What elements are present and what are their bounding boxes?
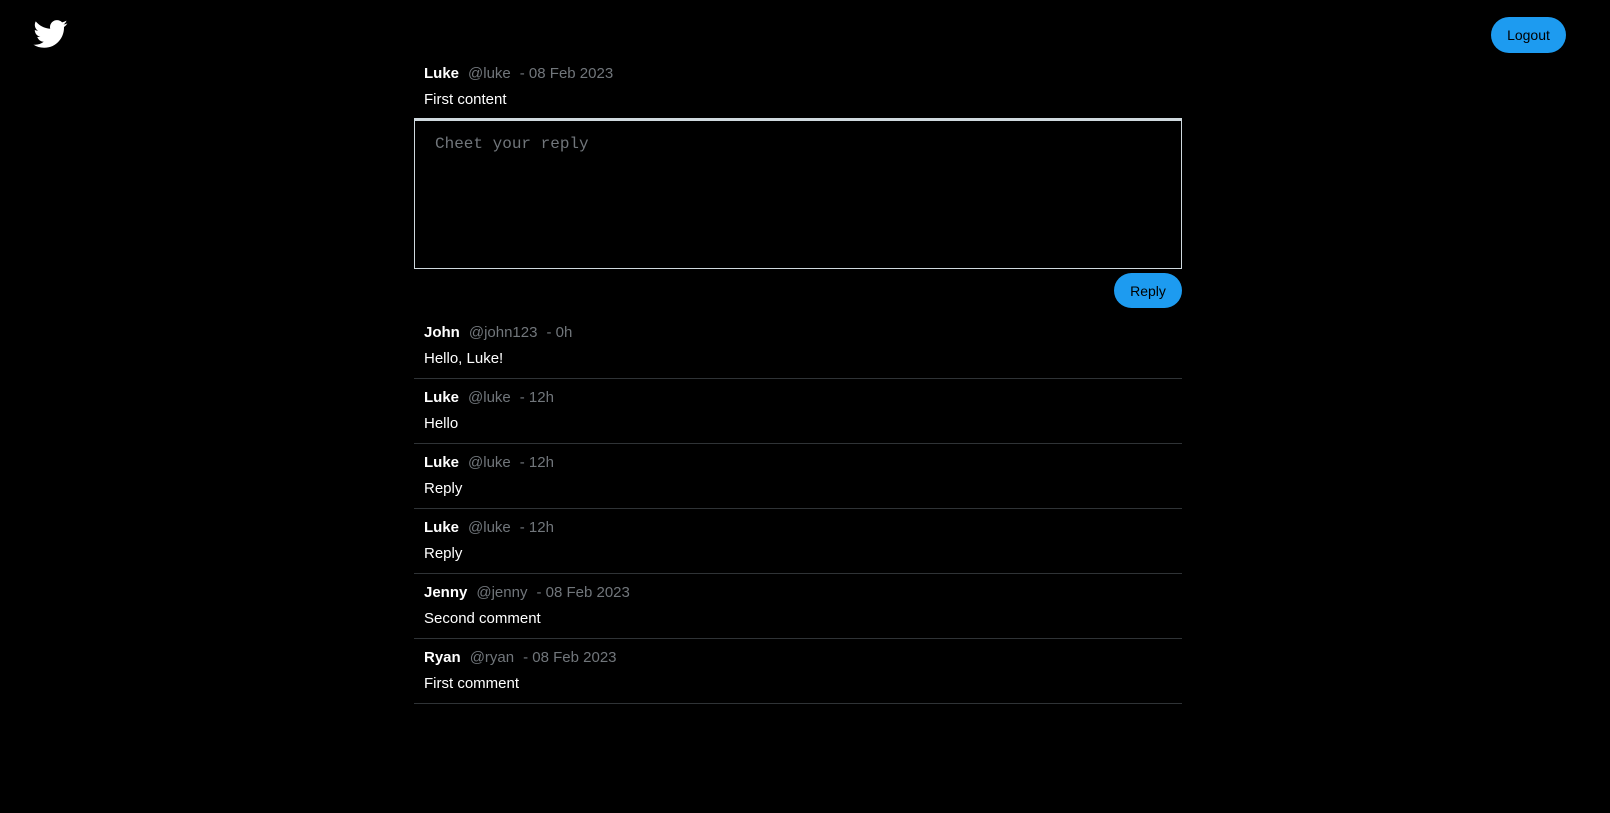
comment-author-name[interactable]: Luke: [424, 454, 459, 472]
thread-column: Luke @luke - 08 Feb 2023 First content R…: [414, 60, 1182, 704]
comment-content: First comment: [424, 675, 520, 692]
comment-timestamp: - 12h: [519, 519, 554, 536]
comment-author-name[interactable]: Ryan: [424, 649, 461, 667]
comment-list: John @john123 - 0h Hello, Luke! Luke @lu…: [414, 314, 1182, 704]
comment-meta: Jenny @jenny - 08 Feb 2023: [424, 584, 1172, 602]
comment-author-name[interactable]: Luke: [424, 519, 459, 537]
comment-author-handle[interactable]: @luke: [468, 454, 511, 472]
comment-author-name[interactable]: Jenny: [424, 584, 467, 602]
comment-author-name[interactable]: John: [424, 324, 460, 342]
comment-timestamp: - 0h: [546, 324, 573, 341]
comment-item[interactable]: John @john123 - 0h Hello, Luke!: [414, 314, 1182, 379]
comment-meta: John @john123 - 0h: [424, 324, 1172, 342]
comment-content: Hello: [424, 415, 459, 432]
comment-author-handle[interactable]: @john123: [469, 324, 538, 342]
comment-meta: Luke @luke - 12h: [424, 454, 1172, 472]
reply-button[interactable]: Reply: [1114, 273, 1182, 308]
comment-item[interactable]: Ryan @ryan - 08 Feb 2023 First comment: [414, 639, 1182, 704]
comment-author-handle[interactable]: @luke: [468, 519, 511, 537]
comment-timestamp: - 12h: [519, 389, 554, 406]
post-author-handle[interactable]: @luke: [468, 65, 511, 83]
comment-content: Second comment: [424, 610, 541, 627]
comment-item[interactable]: Jenny @jenny - 08 Feb 2023 Second commen…: [414, 574, 1182, 639]
comment-content: Reply: [424, 545, 463, 562]
post-timestamp: - 08 Feb 2023: [519, 65, 614, 82]
post-content: First content: [424, 91, 507, 108]
comment-author-handle[interactable]: @jenny: [476, 584, 527, 602]
top-bar: Logout: [0, 0, 1610, 60]
comment-content: Reply: [424, 480, 463, 497]
reply-input[interactable]: [414, 118, 1182, 269]
comment-item[interactable]: Luke @luke - 12h Reply: [414, 444, 1182, 509]
comment-author-name[interactable]: Luke: [424, 389, 459, 407]
comment-timestamp: - 12h: [519, 454, 554, 471]
twitter-bird-icon[interactable]: [32, 16, 68, 48]
comment-timestamp: - 08 Feb 2023: [523, 649, 617, 666]
comment-content: Hello, Luke!: [424, 350, 504, 367]
comment-meta: Luke @luke - 12h: [424, 389, 1172, 407]
comment-meta: Luke @luke - 12h: [424, 519, 1172, 537]
main-post: Luke @luke - 08 Feb 2023 First content: [414, 60, 1182, 118]
post-meta: Luke @luke - 08 Feb 2023: [424, 65, 1172, 83]
comment-meta: Ryan @ryan - 08 Feb 2023: [424, 649, 1172, 667]
comment-item[interactable]: Luke @luke - 12h Reply: [414, 509, 1182, 574]
comment-author-handle[interactable]: @ryan: [470, 649, 514, 667]
comment-author-handle[interactable]: @luke: [468, 389, 511, 407]
post-author-name[interactable]: Luke: [424, 65, 459, 83]
reply-actions: Reply: [414, 269, 1182, 309]
logout-button[interactable]: Logout: [1491, 17, 1566, 53]
comment-timestamp: - 08 Feb 2023: [536, 584, 630, 601]
comment-item[interactable]: Luke @luke - 12h Hello: [414, 379, 1182, 444]
